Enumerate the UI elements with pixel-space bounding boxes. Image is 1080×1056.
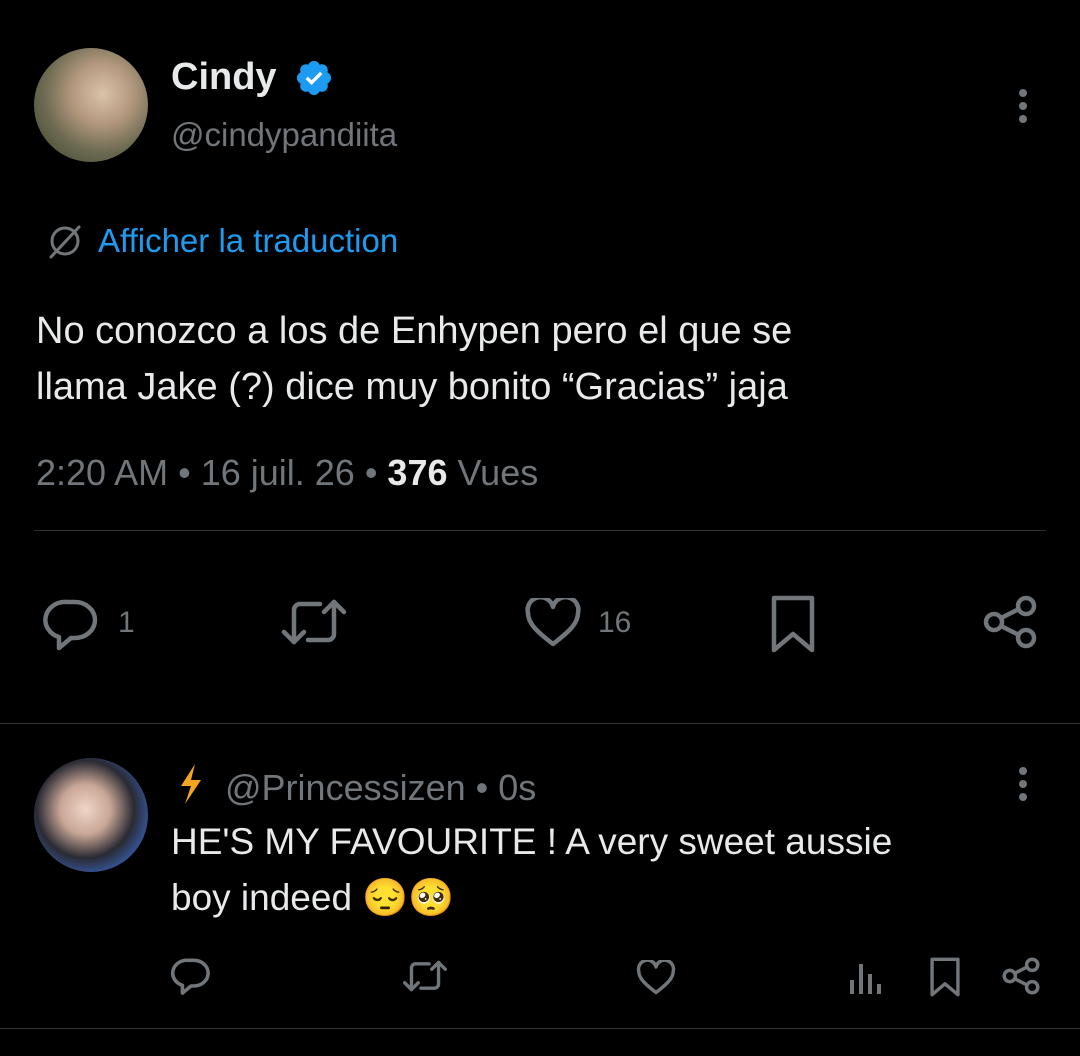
more-vertical-icon[interactable] [1016, 88, 1030, 124]
tweet-date[interactable]: 16 juil. 26 [201, 452, 355, 493]
divider [0, 1028, 1080, 1029]
retweet-icon[interactable] [402, 958, 448, 994]
avatar[interactable] [34, 48, 148, 162]
translate-link[interactable]: Afficher la traduction [46, 222, 398, 260]
author-handle[interactable]: @cindypandiita [171, 116, 397, 154]
meta-separator: • [465, 767, 499, 808]
divider [34, 530, 1046, 531]
author-name[interactable]: Cindy [171, 56, 277, 99]
reply-text: HE'S MY FAVOURITE ! A very sweet aussie … [171, 814, 1031, 926]
views-count[interactable]: 376 [387, 452, 447, 493]
reply-text-line: boy indeed 😔🥺 [171, 877, 455, 918]
tweet-text-line: llama Jake (?) dice muy bonito “Gracias”… [36, 366, 788, 408]
share-icon[interactable] [1000, 956, 1042, 996]
divider [0, 723, 1080, 724]
share-icon[interactable] [980, 594, 1040, 650]
tweet-text-line: No conozco a los de Enhypen pero el que … [36, 310, 793, 352]
tweet-time[interactable]: 2:20 AM [36, 452, 168, 493]
meta-separator: • [354, 452, 388, 493]
reply-count[interactable]: 1 [118, 606, 135, 640]
reply-header: @Princessizen • 0s [171, 762, 536, 809]
bookmark-icon[interactable] [928, 956, 962, 998]
reply-handle[interactable]: @Princessizen [225, 767, 466, 808]
translate-label[interactable]: Afficher la traduction [98, 222, 398, 260]
analytics-icon[interactable] [848, 958, 884, 996]
reply-bubble-icon[interactable] [42, 596, 100, 652]
globe-icon [49, 225, 81, 259]
reply-bubble-icon[interactable] [170, 956, 212, 996]
more-vertical-icon[interactable] [1016, 766, 1030, 802]
verified-badge-icon [296, 60, 332, 96]
tweet-meta: 2:20 AM • 16 juil. 26 • 376 Vues [36, 452, 538, 494]
meta-separator: • [168, 452, 201, 493]
bookmark-icon[interactable] [768, 594, 818, 654]
avatar[interactable] [34, 758, 148, 872]
retweet-icon[interactable] [280, 596, 348, 648]
like-count[interactable]: 16 [598, 606, 631, 640]
reply-time[interactable]: 0s [498, 767, 536, 808]
tweet-text: No conozco a los de Enhypen pero el que … [36, 303, 1046, 415]
heart-icon[interactable] [524, 598, 582, 648]
heart-icon[interactable] [636, 960, 676, 996]
reply-text-line: HE'S MY FAVOURITE ! A very sweet aussie [171, 821, 893, 862]
views-label: Vues [447, 452, 539, 493]
lightning-icon [181, 764, 201, 804]
